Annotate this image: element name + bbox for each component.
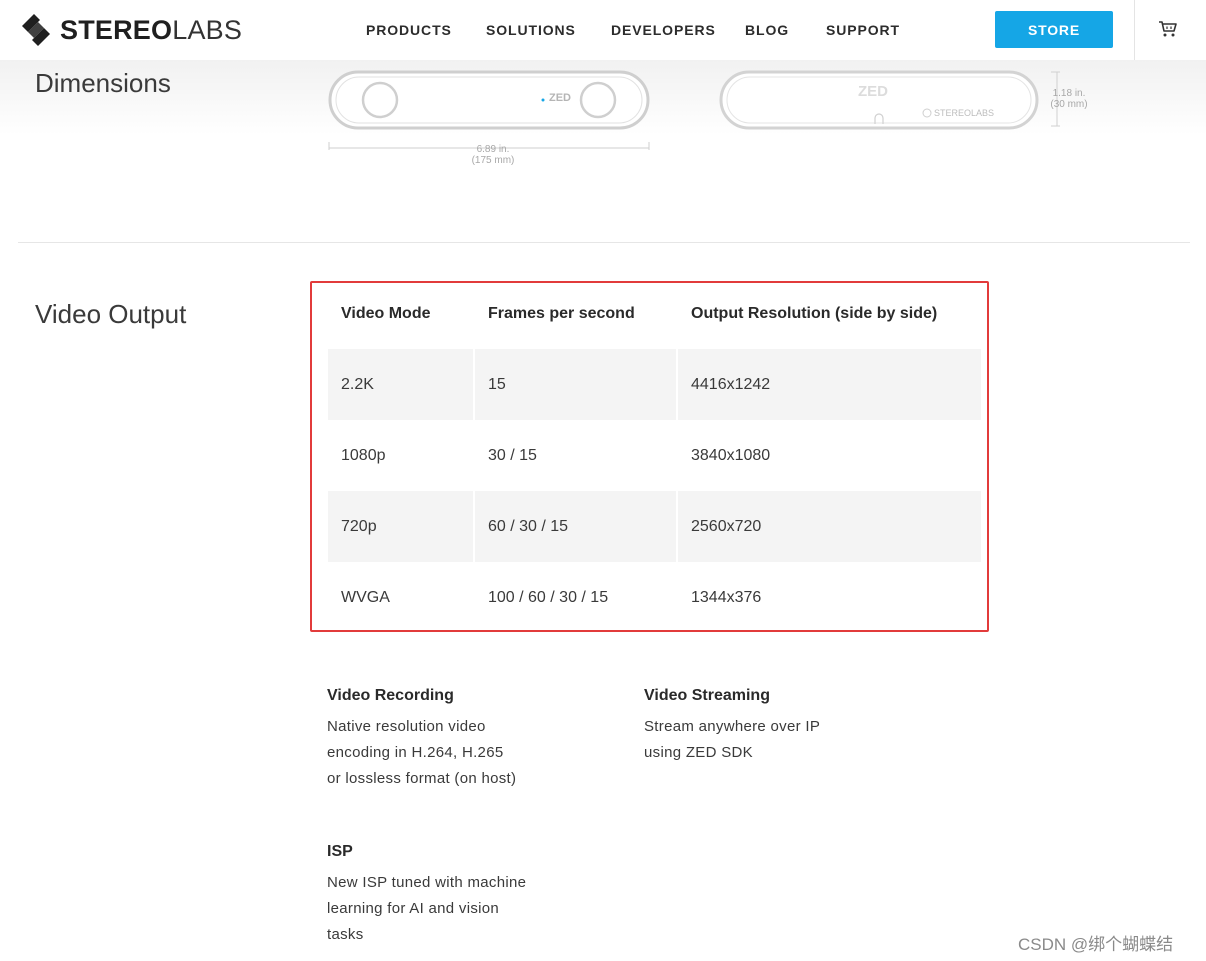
height-inch-label: 1.18 in. [1052, 88, 1086, 99]
nav-products[interactable]: PRODUCTS [366, 22, 452, 38]
nav-support[interactable]: SUPPORT [826, 22, 900, 38]
back-brand-label: ZED [858, 83, 888, 100]
dimensions-title: Dimensions [35, 68, 171, 98]
feature-isp: ISP New ISP tuned with machine learning f… [327, 843, 526, 948]
width-inch-label: 6.89 in. [476, 144, 510, 155]
feature-description: New ISP tuned with machine learning for A… [327, 874, 527, 943]
logo-wordmark: STEREOLABS [60, 14, 243, 45]
nav-developers[interactable]: DEVELOPERS [611, 22, 716, 38]
feature-title: ISP [327, 843, 353, 860]
store-button[interactable]: STORE [995, 11, 1113, 48]
section-divider [18, 242, 1190, 243]
stereolabs-logo[interactable]: STEREOLABS [18, 12, 242, 48]
front-brand-label: ZED [549, 92, 571, 104]
csdn-watermark: CSDN @绑个蝴蝶结 [1018, 935, 1174, 954]
feature-title: Video Streaming [644, 687, 770, 704]
nav-solutions[interactable]: SOLUTIONS [486, 22, 576, 38]
feature-video-streaming: Video Streaming Stream anywhere over IP u… [644, 687, 820, 766]
height-mm-label: (30 mm) [1050, 99, 1088, 110]
header-divider [1134, 0, 1135, 60]
nav-blog[interactable]: BLOG [745, 22, 789, 38]
feature-title: Video Recording [327, 687, 454, 704]
feature-description: Native resolution video encoding in H.264… [327, 718, 517, 787]
back-maker-label: STEREOLABS [934, 108, 995, 118]
video-output-title: Video Output [35, 299, 187, 329]
camera-back-drawing [719, 70, 1060, 130]
cart-icon[interactable] [1158, 20, 1178, 38]
width-mm-label: (175 mm) [471, 155, 515, 166]
site-header: STEREOLABS PRODUCTS SOLUTIONS DEVELOPERS… [0, 0, 1206, 60]
stereolabs-logo-icon [22, 14, 50, 46]
feature-description: Stream anywhere over IP using ZED SDK [644, 718, 821, 761]
feature-video-recording: Video Recording Native resolution video e… [327, 687, 516, 792]
table-highlight-box [310, 281, 989, 632]
